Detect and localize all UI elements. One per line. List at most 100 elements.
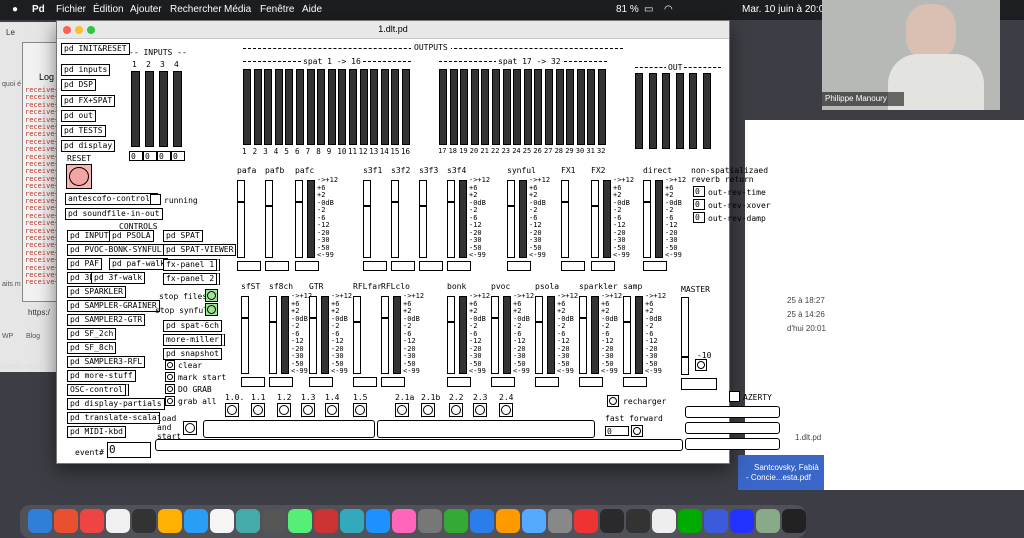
do-grab-bang[interactable] — [165, 384, 175, 394]
row1-strip-slider[interactable] — [295, 180, 303, 258]
control-button[interactable]: pd MIDI-kbd — [67, 426, 126, 438]
row2-strip-number-box[interactable] — [309, 377, 333, 387]
menu-fichier[interactable]: Fichier — [56, 4, 86, 15]
init-reset-object[interactable]: pd INIT&RESET — [61, 43, 130, 55]
event-number-box[interactable]: 0 — [107, 442, 151, 458]
soundfile-in-out-object[interactable]: pd soundfile-in-out — [65, 208, 163, 220]
control-button[interactable]: pd display-partials — [67, 398, 165, 410]
row2-strip-slider[interactable] — [353, 296, 361, 374]
window-titlebar[interactable]: 1.dlt.pd — [57, 21, 729, 39]
fast-forward-bang[interactable] — [631, 425, 643, 437]
reverb-number-box[interactable]: 0 — [693, 186, 705, 197]
photoshop-icon[interactable] — [704, 509, 728, 533]
menu-ajouter[interactable]: Ajouter — [130, 4, 162, 15]
desktop-file-selected[interactable]: Santcovsky, Fabià - Concie...esta.pdf — [738, 455, 824, 490]
row2-strip-number-box[interactable] — [269, 377, 293, 387]
menu-rechercher[interactable]: Rechercher — [170, 4, 222, 15]
input-value-box[interactable]: 0 — [143, 151, 157, 161]
bookmark-wp[interactable]: WP — [2, 332, 13, 341]
reverb-number-box[interactable]: 0 — [693, 199, 705, 210]
more-miller-message[interactable]: more-miller — [163, 334, 225, 346]
control-button[interactable]: pd PSOLA — [109, 230, 154, 242]
row1-strip-slider[interactable] — [507, 180, 515, 258]
control-button[interactable]: pd SF_2ch — [67, 328, 117, 340]
score-symbol-field[interactable] — [155, 439, 683, 451]
preview-icon[interactable] — [236, 509, 260, 533]
inputs-subpatch[interactable]: pd inputs — [61, 64, 111, 76]
row1-strip-number-box[interactable] — [507, 261, 531, 271]
zoom-icon[interactable] — [366, 509, 390, 533]
status-field-2[interactable] — [685, 422, 780, 434]
cue-bang[interactable] — [277, 403, 291, 417]
cue-symbol-field-2[interactable] — [377, 420, 595, 438]
control-button[interactable]: pd paf-walk — [109, 258, 168, 270]
spat-viewer-subpatch[interactable]: pd SPAT-VIEWER — [163, 244, 237, 256]
skype-icon[interactable] — [340, 509, 364, 533]
cue-bang[interactable] — [251, 403, 265, 417]
row2-strip-slider[interactable] — [623, 296, 631, 374]
trash-icon[interactable] — [782, 509, 806, 533]
fast-forward-number-box[interactable]: 0 — [605, 426, 629, 436]
cue-bang[interactable] — [499, 403, 513, 417]
row1-strip-number-box[interactable] — [591, 261, 615, 271]
row2-strip-slider[interactable] — [535, 296, 543, 374]
pd-icon[interactable] — [184, 509, 208, 533]
music-icon[interactable] — [574, 509, 598, 533]
row1-strip-slider[interactable] — [447, 180, 455, 258]
antescofo-controls-object[interactable]: antescofo-controls — [65, 193, 158, 205]
control-button[interactable]: OSC-control — [67, 384, 129, 396]
cue-bang[interactable] — [421, 403, 435, 417]
recharger-bang[interactable] — [607, 395, 619, 407]
row2-strip-slider[interactable] — [491, 296, 499, 374]
row2-strip-slider[interactable] — [241, 296, 249, 374]
row1-strip-number-box[interactable] — [265, 261, 289, 271]
row1-strip-number-box[interactable] — [561, 261, 585, 271]
spat-6ch-subpatch[interactable]: pd spat-6ch — [163, 320, 222, 332]
reset-bang[interactable] — [66, 164, 92, 189]
row1-strip-slider[interactable] — [391, 180, 399, 258]
browser-url[interactable]: https:/ — [28, 308, 50, 317]
status-field-1[interactable] — [685, 406, 780, 418]
wifi-icon[interactable]: ◠ — [664, 4, 673, 15]
input-value-box[interactable]: 0 — [129, 151, 143, 161]
row2-strip-slider[interactable] — [309, 296, 317, 374]
row2-strip-number-box[interactable] — [579, 377, 603, 387]
cue-bang[interactable] — [353, 403, 367, 417]
menu-fenetre[interactable]: Fenêtre — [260, 4, 294, 15]
photos-icon[interactable] — [392, 509, 416, 533]
control-button[interactable]: pd PAF — [67, 258, 102, 270]
headphones-icon[interactable] — [418, 509, 442, 533]
control-button[interactable]: pd SAMPLER-GRAINER — [67, 300, 160, 312]
chrome-icon[interactable] — [80, 509, 104, 533]
screenflow-icon[interactable] — [522, 509, 546, 533]
pd-app-icon[interactable] — [210, 509, 234, 533]
cue-bang[interactable] — [325, 403, 339, 417]
row2-strip-number-box[interactable] — [535, 377, 559, 387]
reverb-number-box[interactable]: 0 — [693, 212, 705, 223]
row1-strip-number-box[interactable] — [447, 261, 471, 271]
control-button[interactable]: pd SAMPLER3-RFL — [67, 356, 146, 368]
master-slider[interactable] — [681, 297, 689, 375]
row1-strip-number-box[interactable] — [419, 261, 443, 271]
capcut-icon[interactable] — [678, 509, 702, 533]
word-icon[interactable] — [652, 509, 676, 533]
terminal-icon[interactable] — [626, 509, 650, 533]
row2-strip-slider[interactable] — [381, 296, 389, 374]
control-button[interactable]: pd SPARKLER — [67, 286, 126, 298]
photobooth-icon[interactable] — [314, 509, 338, 533]
control-button[interactable]: pd SF_8ch — [67, 342, 117, 354]
calendar-icon[interactable] — [106, 509, 130, 533]
row2-strip-number-box[interactable] — [491, 377, 515, 387]
row1-strip-slider[interactable] — [561, 180, 569, 258]
fx-panel-1-message[interactable]: fx-panel 1 — [163, 259, 221, 271]
stop-files-bang[interactable] — [205, 289, 218, 302]
app-icon-11[interactable] — [288, 509, 312, 533]
dsp-subpatch[interactable]: pd DSP — [61, 79, 96, 91]
clear-bang[interactable] — [165, 360, 175, 370]
row2-strip-number-box[interactable] — [381, 377, 405, 387]
bookmark-blog[interactable]: Blog — [26, 332, 40, 341]
input-value-box[interactable]: 0 — [171, 151, 185, 161]
row2-strip-number-box[interactable] — [623, 377, 647, 387]
apple-icon[interactable]: ● — [12, 4, 18, 15]
cue-symbol-field-1[interactable] — [203, 420, 375, 438]
